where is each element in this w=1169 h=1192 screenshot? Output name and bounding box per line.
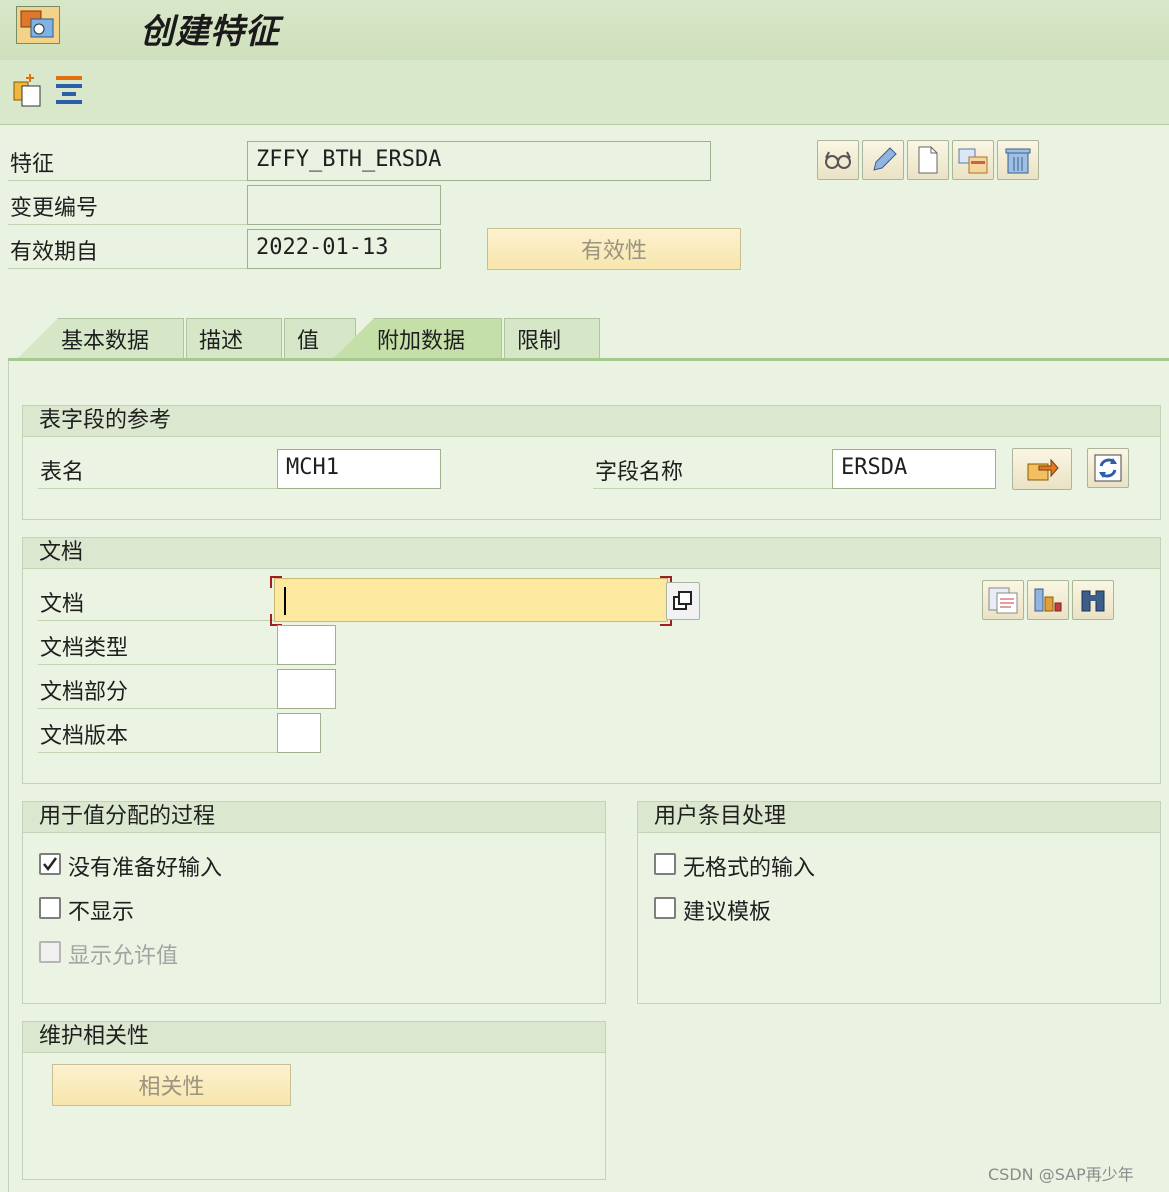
- dependencies-group-title: 维护相关性: [23, 1022, 605, 1053]
- unformatted-entry-checkbox[interactable]: [654, 853, 676, 875]
- user-entry-group-title: 用户条目处理: [638, 802, 1160, 833]
- copy-template-icon[interactable]: [952, 140, 994, 180]
- change-pencil-icon[interactable]: [862, 140, 904, 180]
- display-glasses-icon[interactable]: [817, 140, 859, 180]
- document-label: 文档: [40, 592, 85, 617]
- propose-template-label: 建议模板: [683, 900, 772, 925]
- document-version-label-underline: [38, 752, 278, 753]
- other-object-icon[interactable]: [12, 72, 46, 108]
- tab-descriptions-label: 描述: [199, 328, 244, 354]
- not-ready-for-input-checkbox[interactable]: [39, 853, 61, 875]
- table-name-label: 表名: [40, 460, 85, 485]
- tab-values-label: 值: [297, 328, 320, 354]
- change-number-label: 变更编号: [10, 196, 99, 221]
- document-type-label-underline: [38, 664, 278, 665]
- change-number-label-underline: [8, 224, 248, 225]
- tab-additional-data[interactable]: 附加数据: [334, 318, 502, 358]
- document-group-title: 文档: [23, 538, 1160, 569]
- table-name-label-underline: [38, 488, 278, 489]
- field-name-input[interactable]: ERSDA: [832, 449, 996, 489]
- characteristic-label: 特征: [10, 152, 55, 177]
- no-display-checkbox[interactable]: [39, 897, 61, 919]
- show-allowed-values-checkbox: [39, 941, 61, 963]
- unformatted-entry-label: 无格式的输入: [683, 856, 816, 881]
- document-type-input[interactable]: [277, 625, 336, 665]
- document-group: 文档: [22, 537, 1161, 784]
- tab-additional-data-label: 附加数据: [377, 328, 466, 354]
- dependencies-button[interactable]: 相关性: [52, 1064, 291, 1106]
- tab-restrictions-label: 限制: [517, 328, 562, 354]
- document-version-input[interactable]: [277, 713, 321, 753]
- value-help-icon[interactable]: [666, 582, 700, 620]
- valid-from-label-underline: [8, 268, 248, 269]
- value-assignment-group-title: 用于值分配的过程: [23, 802, 605, 833]
- app-icon[interactable]: [16, 6, 60, 44]
- watermark: CSDN @SAP再少年: [988, 1165, 1134, 1184]
- hierarchy-icon[interactable]: [52, 72, 86, 108]
- document-type-label: 文档类型: [40, 636, 129, 661]
- search-binoculars-icon[interactable]: [1072, 580, 1114, 620]
- document-structure-icon[interactable]: [1027, 580, 1069, 620]
- document-version-label: 文档版本: [40, 724, 129, 749]
- tab-restrictions[interactable]: 限制: [504, 318, 600, 358]
- validity-button[interactable]: 有效性: [487, 228, 741, 270]
- refresh-icon[interactable]: [1087, 448, 1129, 488]
- focus-corner-tl: [270, 576, 282, 588]
- table-name-input[interactable]: MCH1: [277, 449, 441, 489]
- tab-basic-data-label: 基本数据: [61, 328, 150, 354]
- delete-trash-icon[interactable]: [997, 140, 1039, 180]
- application-toolbar: [0, 60, 1169, 125]
- characteristic-field[interactable]: ZFFY_BTH_ERSDA: [247, 141, 711, 181]
- transfer-arrow-icon[interactable]: [1012, 448, 1072, 490]
- field-name-label-underline: [593, 488, 833, 489]
- document-part-label-underline: [38, 708, 278, 709]
- show-allowed-values-label: 显示允许值: [68, 944, 179, 969]
- window-title: 创建特征: [140, 12, 280, 52]
- document-label-underline: [38, 620, 278, 621]
- document-list-icon[interactable]: [982, 580, 1024, 620]
- tab-basic-data[interactable]: 基本数据: [18, 318, 184, 358]
- characteristic-label-underline: [8, 180, 248, 181]
- tab-descriptions[interactable]: 描述: [186, 318, 282, 358]
- not-ready-for-input-label: 没有准备好输入: [68, 856, 223, 881]
- document-part-input[interactable]: [277, 669, 336, 709]
- change-number-field[interactable]: [247, 185, 441, 225]
- field-name-label: 字段名称: [595, 460, 684, 485]
- no-display-label: 不显示: [68, 900, 135, 925]
- valid-from-field[interactable]: 2022-01-13: [247, 229, 441, 269]
- document-part-label: 文档部分: [40, 680, 129, 705]
- text-cursor: [284, 587, 286, 615]
- propose-template-checkbox[interactable]: [654, 897, 676, 919]
- create-document-icon[interactable]: [907, 140, 949, 180]
- table-reference-group-title: 表字段的参考: [23, 406, 1160, 437]
- valid-from-label: 有效期自: [10, 240, 99, 265]
- document-input[interactable]: [274, 578, 668, 622]
